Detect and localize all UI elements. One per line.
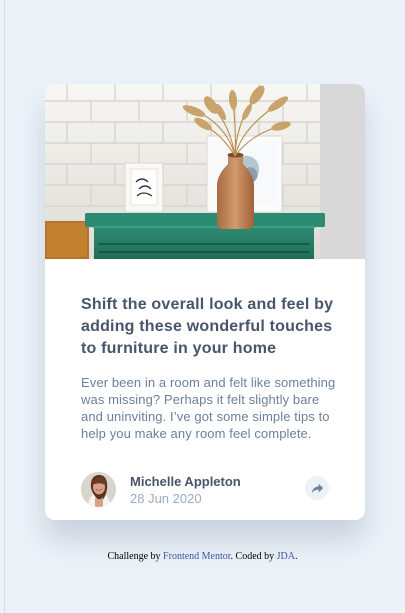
share-icon <box>311 483 323 493</box>
furniture-drawer-image <box>45 84 365 259</box>
article-description: Ever been in a room and felt like someth… <box>81 375 336 441</box>
avatar <box>81 472 116 507</box>
author-link[interactable]: JDA <box>277 551 295 562</box>
coded-by-prefix: . Coded by <box>230 551 277 562</box>
furniture-drawer-photo <box>45 84 365 259</box>
article-preview-card: Shift the overall look and feel by addin… <box>45 84 365 520</box>
publish-date: 28 Jun 2020 <box>130 491 202 506</box>
share-button[interactable] <box>305 476 329 500</box>
attribution-footer: Challenge by Frontend Mentor. Coded by J… <box>0 551 405 563</box>
left-edge-line <box>4 0 5 613</box>
avatar-image <box>81 472 116 507</box>
author-name: Michelle Appleton <box>130 474 241 489</box>
challenge-prefix: Challenge by <box>107 551 164 562</box>
article-title: Shift the overall look and feel by addin… <box>81 296 334 357</box>
footer-suffix: . <box>295 551 298 562</box>
frontend-mentor-link[interactable]: Frontend Mentor <box>163 551 231 562</box>
author-section: Michelle Appleton 28 Jun 2020 <box>81 472 331 508</box>
article-content: Shift the overall look and feel by addin… <box>81 294 336 442</box>
